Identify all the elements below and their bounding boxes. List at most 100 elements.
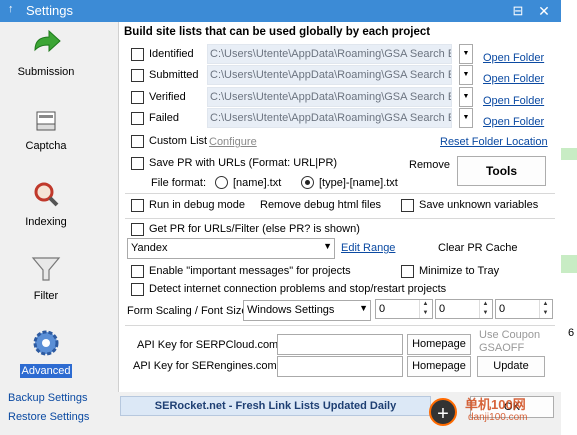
serpcloud-homepage-button[interactable]: Homepage bbox=[407, 334, 471, 355]
submitted-checkbox[interactable] bbox=[131, 69, 144, 82]
pr-source-value: Yandex bbox=[131, 242, 168, 254]
remove-debug-label: Remove debug html files bbox=[260, 199, 382, 211]
get-pr-checkbox[interactable] bbox=[131, 223, 144, 236]
format-name-radio[interactable] bbox=[215, 176, 228, 189]
update-button[interactable]: Update bbox=[477, 356, 545, 377]
submitted-path-field[interactable]: C:\Users\Utente\AppData\Roaming\GSA Sear… bbox=[207, 65, 452, 85]
sidebar-item-label: Captcha bbox=[25, 140, 67, 152]
background-window-strip: 6 bbox=[561, 0, 577, 435]
verified-path-field[interactable]: C:\Users\Utente\AppData\Roaming\GSA Sear… bbox=[207, 87, 452, 107]
settings-panel: Build site lists that can be used global… bbox=[118, 22, 561, 392]
chevron-down-icon[interactable]: ▼ bbox=[459, 108, 473, 128]
chevron-down-icon[interactable]: ▼ bbox=[459, 44, 473, 64]
important-messages-checkbox[interactable] bbox=[131, 265, 144, 278]
save-pr-checkbox[interactable] bbox=[131, 157, 144, 170]
sidebar-item-indexing[interactable]: Indexing bbox=[6, 178, 86, 250]
custom-list-label: Custom List bbox=[149, 135, 208, 147]
submitted-label: Submitted bbox=[149, 69, 199, 81]
sidebar-item-label: Filter bbox=[33, 290, 59, 302]
font-scaling-label: Form Scaling / Font Size bbox=[127, 305, 248, 317]
open-folder-link[interactable]: Open Folder bbox=[483, 52, 544, 64]
custom-list-checkbox[interactable] bbox=[131, 135, 144, 148]
spinner-arrows-icon[interactable]: ▲ ▼ bbox=[419, 300, 431, 318]
format-type-radio[interactable] bbox=[301, 176, 314, 189]
green-arrow-icon bbox=[34, 29, 61, 53]
plus-logo-icon: + bbox=[429, 398, 457, 426]
watermark-url: danji100.com bbox=[468, 412, 528, 423]
use-coupon-label: Use Coupon bbox=[479, 329, 541, 341]
serpcloud-api-key-input[interactable] bbox=[277, 334, 403, 355]
open-folder-link[interactable]: Open Folder bbox=[483, 73, 544, 85]
tools-button[interactable]: Tools bbox=[457, 156, 546, 186]
captcha-icon bbox=[36, 111, 56, 131]
serocket-banner[interactable]: SERocket.net - Fresh Link Lists Updated … bbox=[120, 396, 431, 416]
minimize-tray-checkbox[interactable] bbox=[401, 265, 414, 278]
failed-checkbox[interactable] bbox=[131, 112, 144, 125]
divider bbox=[125, 193, 555, 194]
sidebar-item-advanced[interactable]: Advanced bbox=[6, 326, 86, 398]
background-number: 6 bbox=[568, 327, 575, 339]
failed-label: Failed bbox=[149, 112, 179, 124]
restore-settings-link[interactable]: Restore Settings bbox=[8, 411, 89, 423]
format-name-label: [name].txt bbox=[233, 177, 282, 189]
scale-spinner-3[interactable]: 0 ▲ ▼ bbox=[495, 299, 553, 319]
identified-label: Identified bbox=[149, 48, 194, 60]
reset-folder-link[interactable]: Reset Folder Location bbox=[440, 136, 548, 148]
clear-pr-cache-button[interactable]: Clear PR Cache bbox=[438, 242, 517, 254]
serengines-homepage-button[interactable]: Homepage bbox=[407, 356, 471, 377]
remove-label: Remove bbox=[409, 159, 450, 171]
chevron-down-icon: ▼ bbox=[323, 241, 332, 251]
sidebar-item-submission[interactable]: Submission bbox=[6, 28, 86, 100]
serengines-label: API Key for SERengines.com bbox=[133, 360, 277, 372]
pr-source-select[interactable]: Yandex ▼ bbox=[127, 238, 335, 259]
chevron-down-icon: ▼ bbox=[359, 303, 368, 313]
identified-checkbox[interactable] bbox=[131, 48, 144, 61]
chevron-down-icon[interactable]: ▼ bbox=[459, 87, 473, 107]
backup-settings-link[interactable]: Backup Settings bbox=[8, 392, 88, 404]
get-pr-label: Get PR for URLs/Filter (else PR? is show… bbox=[149, 223, 360, 235]
section-header: Build site lists that can be used global… bbox=[124, 26, 431, 38]
verified-checkbox[interactable] bbox=[131, 91, 144, 104]
coupon-code-label: GSAOFF bbox=[479, 342, 525, 354]
chevron-down-icon[interactable]: ▼ bbox=[459, 65, 473, 85]
debug-mode-checkbox[interactable] bbox=[131, 199, 144, 212]
minimize-tray-label: Minimize to Tray bbox=[419, 265, 500, 277]
file-format-label: File format: bbox=[151, 177, 207, 189]
format-type-label: [type]-[name].txt bbox=[319, 177, 398, 189]
gear-icon bbox=[33, 330, 59, 356]
spinner-arrows-icon[interactable]: ▲ ▼ bbox=[539, 300, 551, 318]
edit-range-link[interactable]: Edit Range bbox=[341, 242, 395, 254]
watermark-text: 单机100网 bbox=[465, 397, 526, 412]
configure-link[interactable]: Configure bbox=[209, 136, 257, 148]
window-title: Settings bbox=[26, 3, 73, 18]
scale-spinner-2[interactable]: 0 ▲ ▼ bbox=[435, 299, 493, 319]
close-button[interactable]: ✕ bbox=[531, 0, 557, 22]
font-setting-select[interactable]: Windows Settings ▼ bbox=[243, 300, 371, 321]
spinner-value: 0 bbox=[439, 303, 446, 315]
detect-internet-label: Detect internet connection problems and … bbox=[149, 283, 447, 295]
font-setting-value: Windows Settings bbox=[247, 304, 335, 316]
open-folder-link[interactable]: Open Folder bbox=[483, 95, 544, 107]
sidebar-item-label: Submission bbox=[17, 66, 75, 78]
detect-internet-checkbox[interactable] bbox=[131, 283, 144, 296]
title-bar: ↑ Settings ⊟ ✕ bbox=[0, 0, 561, 22]
minimize-button[interactable]: ⊟ bbox=[505, 0, 531, 22]
sidebar: Submission Captcha Indexing Filter Advan… bbox=[0, 22, 118, 435]
failed-path-field[interactable]: C:\Users\Utente\AppData\Roaming\GSA Sear… bbox=[207, 108, 452, 128]
save-pr-label: Save PR with URLs (Format: URL|PR) bbox=[149, 157, 338, 169]
identified-path-field[interactable]: C:\Users\Utente\AppData\Roaming\GSA Sear… bbox=[207, 44, 452, 64]
save-unknown-checkbox[interactable] bbox=[401, 199, 414, 212]
serpcloud-label: API Key for SERPCloud.com bbox=[137, 339, 279, 351]
open-folder-link[interactable]: Open Folder bbox=[483, 116, 544, 128]
verified-label: Verified bbox=[149, 91, 186, 103]
divider bbox=[125, 218, 555, 219]
pin-icon: ↑ bbox=[8, 3, 14, 15]
spinner-arrows-icon[interactable]: ▲ ▼ bbox=[479, 300, 491, 318]
sidebar-item-label: Indexing bbox=[25, 216, 67, 228]
sidebar-item-filter[interactable]: Filter bbox=[6, 252, 86, 324]
funnel-icon bbox=[31, 257, 61, 281]
scale-spinner-1[interactable]: 0 ▲ ▼ bbox=[375, 299, 433, 319]
important-messages-label: Enable "important messages" for projects bbox=[149, 265, 351, 277]
serengines-api-key-input[interactable] bbox=[277, 356, 403, 377]
sidebar-item-captcha[interactable]: Captcha bbox=[6, 106, 86, 178]
